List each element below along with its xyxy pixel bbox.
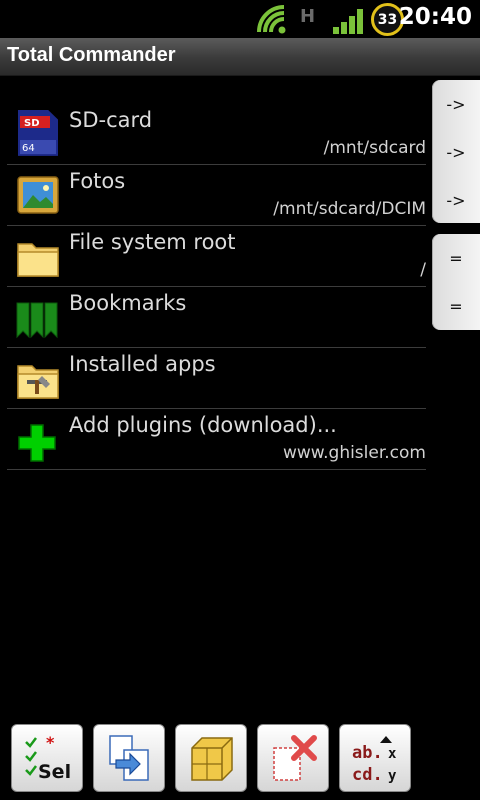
pack-icon	[191, 737, 233, 781]
item-name: Bookmarks	[69, 291, 187, 315]
copy-move-icon	[109, 735, 149, 781]
svg-text:ab.: ab.	[352, 743, 383, 763]
svg-text:Sel: Sel	[38, 761, 71, 783]
side-button-arrow-1[interactable]: ->	[432, 80, 480, 128]
item-path: /	[420, 260, 426, 280]
list-item-bookmarks[interactable]: Bookmarks	[7, 287, 426, 348]
list-item-add-plugins[interactable]: Add plugins (download)... www.ghisler.co…	[7, 409, 426, 470]
sort-button[interactable]: ab. x cd. y	[339, 724, 411, 792]
bookmarks-icon	[16, 302, 58, 339]
apps-folder-icon	[17, 365, 59, 399]
side-button-arrow-2[interactable]: ->	[432, 128, 480, 176]
side-button-arrow-3[interactable]: ->	[432, 176, 480, 224]
clock: 20:40	[398, 4, 472, 30]
battery-level: 33	[377, 11, 398, 28]
svg-text:SD: SD	[24, 118, 40, 129]
list-item-sd-card[interactable]: SD 64 SD-card /mnt/sdcard	[7, 104, 426, 165]
side-button-equals-2[interactable]: =	[432, 282, 480, 330]
side-panel-equals: = =	[432, 234, 480, 330]
location-list: SD 64 SD-card /mnt/sdcard Fotos /mnt/sdc…	[7, 104, 426, 470]
item-name: Fotos	[69, 169, 126, 193]
pack-button[interactable]	[175, 724, 247, 792]
item-name: SD-card	[69, 108, 153, 132]
svg-text:cd.: cd.	[352, 765, 383, 784]
add-plugin-icon	[18, 424, 56, 462]
select-icon: * Sel	[25, 734, 71, 783]
delete-button[interactable]	[257, 724, 329, 792]
item-path: /mnt/sdcard/DCIM	[273, 199, 426, 219]
network-type-label: H	[300, 6, 316, 27]
app-title: Total Commander	[7, 44, 176, 66]
cell-signal-icon	[333, 9, 363, 34]
item-name: Installed apps	[69, 352, 216, 376]
svg-text:y: y	[388, 768, 397, 784]
item-path: www.ghisler.com	[282, 443, 426, 463]
svg-text:*: *	[46, 734, 55, 752]
side-panel-arrows: -> -> ->	[432, 80, 480, 223]
delete-icon	[273, 735, 317, 781]
bottom-toolbar: * Sel ab. x cd. y	[0, 722, 480, 800]
sort-icon: ab. x cd. y	[352, 736, 397, 784]
list-item-fotos[interactable]: Fotos /mnt/sdcard/DCIM	[7, 165, 426, 226]
sd-card-icon: SD 64	[18, 110, 58, 156]
item-name: File system root	[69, 230, 236, 254]
wifi-signal-icon	[257, 5, 286, 34]
folder-icon	[17, 243, 59, 277]
select-button[interactable]: * Sel	[11, 724, 83, 792]
svg-text:x: x	[388, 746, 397, 762]
item-path: /mnt/sdcard	[323, 138, 426, 158]
list-item-file-system-root[interactable]: File system root /	[7, 226, 426, 287]
item-name: Add plugins (download)...	[69, 413, 337, 437]
side-button-equals-1[interactable]: =	[432, 234, 480, 282]
svg-text:64: 64	[22, 143, 35, 154]
title-bar: Total Commander	[0, 38, 480, 76]
photo-folder-icon	[17, 176, 59, 214]
status-bar: H 33 20:40	[0, 0, 480, 38]
copy-move-button[interactable]	[93, 724, 165, 792]
list-item-installed-apps[interactable]: Installed apps	[7, 348, 426, 409]
